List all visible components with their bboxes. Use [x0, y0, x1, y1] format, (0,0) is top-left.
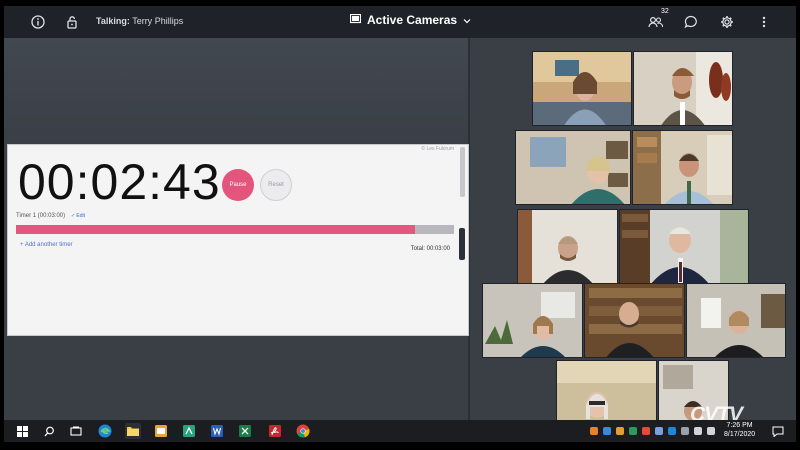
screen-icon: [349, 13, 362, 27]
video-tile[interactable]: [632, 130, 733, 205]
panel-scrollbar[interactable]: [460, 147, 465, 197]
search-icon[interactable]: [41, 423, 57, 439]
windows-start-icon[interactable]: [14, 423, 30, 439]
timer-name-text: Timer 1 (00:03:00): [16, 213, 66, 219]
tray-app-icon[interactable]: [681, 427, 689, 435]
video-tile[interactable]: [482, 283, 583, 358]
channel-watermark: CVTV: [690, 403, 743, 420]
tray-app-icon[interactable]: [642, 427, 650, 435]
task-view-icon[interactable]: [68, 423, 84, 439]
chrome-icon[interactable]: [295, 423, 311, 439]
tray-app-icon[interactable]: [629, 427, 637, 435]
lock-open-icon[interactable]: [62, 12, 82, 32]
word-icon[interactable]: [209, 423, 225, 439]
participants-icon[interactable]: 32: [646, 8, 669, 32]
participant-count: 32: [661, 8, 669, 15]
reset-button[interactable]: Reset: [260, 169, 292, 201]
clock-time: 7:26 PM: [726, 422, 753, 429]
timer-total: Total: 00:03:00: [410, 246, 450, 252]
file-explorer-icon[interactable]: [125, 423, 141, 439]
video-gallery: [470, 38, 796, 420]
timer-progress-bar: [16, 225, 454, 234]
video-tile[interactable]: [515, 130, 631, 205]
wifi-icon[interactable]: [694, 427, 702, 435]
add-timer-link[interactable]: + Add another timer: [20, 242, 73, 248]
bluetooth-icon[interactable]: [668, 427, 676, 435]
video-tile[interactable]: [619, 209, 749, 284]
chevron-down-icon: [463, 13, 471, 27]
clock-date: 8/17/2020: [724, 431, 756, 438]
notifications-icon[interactable]: [770, 423, 786, 439]
video-tile[interactable]: [532, 51, 632, 126]
edit-timer-link[interactable]: ✓ Edit: [71, 213, 85, 219]
system-clock[interactable]: 7:26 PM 8/17/2020: [724, 421, 755, 439]
timer-display: 00:02:43: [18, 154, 221, 210]
tray-app-icon[interactable]: [590, 427, 598, 435]
video-tile[interactable]: [584, 283, 685, 358]
outlook-icon[interactable]: [153, 423, 169, 439]
panel-handle[interactable]: [459, 228, 465, 260]
tray-app-icon[interactable]: [616, 427, 624, 435]
pause-button[interactable]: Pause: [222, 169, 254, 201]
timer-author: © Les Fulcrum: [421, 146, 454, 152]
video-tile[interactable]: [517, 209, 618, 284]
video-tile[interactable]: [686, 283, 786, 358]
timer-name: Timer 1 (00:03:00) ✓ Edit: [16, 213, 85, 219]
top-bar: Talking: Terry Phillips Active Cameras 3…: [4, 6, 796, 38]
settings-icon[interactable]: [717, 12, 737, 32]
timer-panel: © Les Fulcrum 00:02:43 Pause Reset Timer…: [7, 144, 469, 336]
volume-icon[interactable]: [707, 427, 715, 435]
info-icon[interactable]: [28, 12, 48, 32]
active-speaker: Talking: Terry Phillips: [96, 16, 183, 26]
talking-prefix: Talking:: [96, 16, 130, 26]
meeting-window: Talking: Terry Phillips Active Cameras 3…: [4, 6, 796, 420]
tray-app-icon[interactable]: [603, 427, 611, 435]
view-title: Active Cameras: [367, 13, 458, 27]
more-vertical-icon[interactable]: [754, 12, 774, 32]
video-tile[interactable]: [633, 51, 733, 126]
talking-name: Terry Phillips: [132, 16, 184, 26]
taskbar: 7:26 PM 8/17/2020: [4, 420, 796, 442]
shared-screen: © Les Fulcrum 00:02:43 Pause Reset Timer…: [4, 38, 469, 420]
video-tile[interactable]: [556, 360, 657, 420]
acrobat-icon[interactable]: [267, 423, 283, 439]
excel-icon[interactable]: [237, 423, 253, 439]
edge-icon[interactable]: [97, 423, 113, 439]
tray-app-icon[interactable]: [655, 427, 663, 435]
chat-icon[interactable]: [681, 12, 701, 32]
sway-icon[interactable]: [181, 423, 197, 439]
timer-progress-fill: [16, 225, 415, 234]
view-selector[interactable]: Active Cameras: [349, 13, 471, 27]
